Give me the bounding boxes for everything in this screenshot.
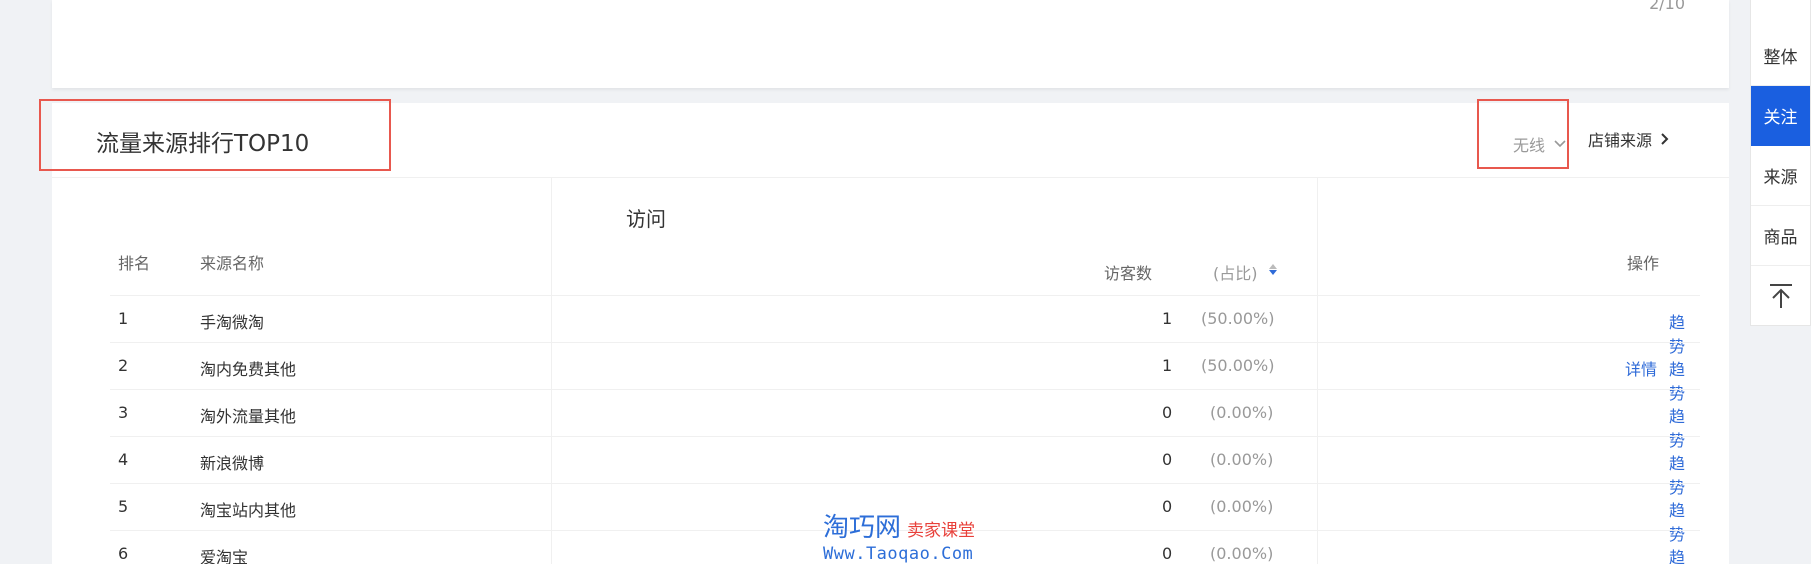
row-share: (0.00%)	[1210, 403, 1274, 422]
table-row: 2 淘内免费其他 1 (50.00%) 详情 趋势	[110, 342, 1700, 403]
source-name-header: 来源名称	[200, 254, 265, 273]
trend-link[interactable]: 趋势	[1669, 544, 1700, 564]
row-visitors: 1	[1162, 356, 1173, 375]
arrow-up-to-top-icon	[1769, 284, 1792, 308]
row-visitors: 0	[1162, 450, 1173, 469]
sort-icon[interactable]	[1269, 264, 1277, 275]
section-title: 流量来源排行TOP10	[96, 131, 310, 157]
nav-product[interactable]: 商品	[1751, 206, 1810, 266]
sort-desc-icon	[1269, 270, 1277, 275]
row-rank: 4	[118, 450, 129, 469]
table-row: 3 淘外流量其他 0 (0.00%) 趋势	[110, 389, 1700, 450]
nav-follow[interactable]: 关注	[1751, 86, 1810, 146]
chevron-down-icon	[1554, 140, 1566, 148]
actions-header: 操作	[1627, 254, 1660, 273]
row-source-name: 淘宝站内其他	[200, 501, 297, 520]
floating-nav-sidebar: 整体 关注 来源 商品	[1750, 0, 1811, 326]
visit-group-header: 访问	[626, 207, 666, 231]
nav-overall[interactable]: 整体	[1751, 26, 1810, 86]
row-rank: 1	[118, 309, 129, 328]
share-header-label: (占比)	[1213, 264, 1258, 283]
watermark-subtitle: 卖家课堂	[907, 521, 976, 541]
nav-source[interactable]: 来源	[1751, 146, 1810, 206]
row-share: (0.00%)	[1210, 544, 1274, 563]
row-source-name: 新浪微博	[200, 454, 265, 473]
store-source-label: 店铺来源	[1588, 131, 1653, 150]
row-visitors: 0	[1162, 497, 1173, 516]
table-row: 4 新浪微博 0 (0.00%) 趋势	[110, 436, 1700, 497]
traffic-source-ranking-panel: 流量来源排行TOP10 无线 店铺来源 访问 排名 来源名称 访客数 (占比) …	[39, 99, 1729, 564]
watermark-url: Www.Taoqao.Com	[823, 544, 974, 564]
store-source-link[interactable]: 店铺来源	[1588, 127, 1670, 151]
pager-indicator: 2/10	[1649, 0, 1685, 13]
panel-header: 流量来源排行TOP10 无线 店铺来源	[39, 99, 1729, 178]
row-visitors: 0	[1162, 403, 1173, 422]
row-visitors: 1	[1162, 309, 1173, 328]
row-share: (50.00%)	[1201, 309, 1275, 328]
device-dropdown-value: 无线	[1512, 136, 1545, 155]
rank-header: 排名	[118, 254, 151, 273]
row-source-name: 手淘微淘	[200, 313, 265, 332]
watermark-brand: 淘巧网	[823, 513, 902, 543]
previous-panel: 2/10	[52, 0, 1729, 88]
row-source-name: 淘外流量其他	[200, 407, 297, 426]
row-source-name: 爱淘宝	[200, 548, 249, 564]
back-to-top-button[interactable]	[1751, 266, 1810, 326]
row-visitors: 0	[1162, 544, 1173, 563]
table-row: 1 手淘微淘 1 (50.00%) 趋势	[110, 295, 1700, 356]
row-rank: 5	[118, 497, 129, 516]
chevron-right-icon	[1661, 133, 1669, 145]
row-share: (0.00%)	[1210, 450, 1274, 469]
site-watermark: 淘巧网 卖家课堂 Www.Taoqao.Com	[823, 507, 975, 564]
row-rank: 6	[118, 544, 129, 563]
row-rank: 3	[118, 403, 129, 422]
row-share: (0.00%)	[1210, 497, 1274, 516]
share-header-sort[interactable]: (占比)	[1213, 260, 1258, 284]
device-dropdown[interactable]: 无线	[1495, 125, 1585, 163]
row-source-name: 淘内免费其他	[200, 360, 297, 379]
visitors-header: 访客数	[1104, 264, 1153, 283]
details-link[interactable]: 详情	[1625, 356, 1657, 380]
row-share: (50.00%)	[1201, 356, 1275, 375]
sort-asc-icon	[1269, 264, 1277, 269]
row-rank: 2	[118, 356, 129, 375]
